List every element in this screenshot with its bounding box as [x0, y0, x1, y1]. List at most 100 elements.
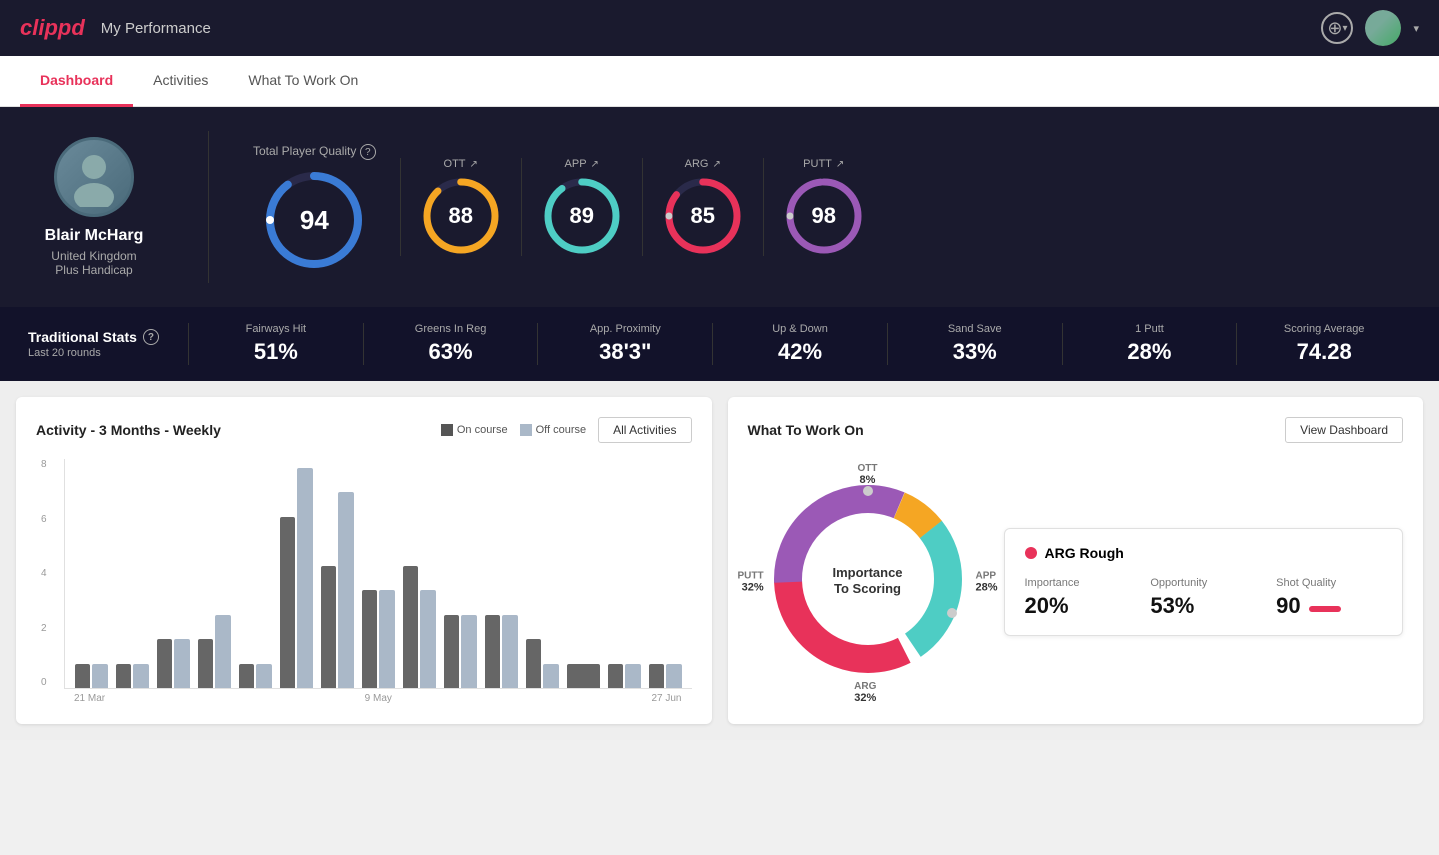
- bar-on-course: [608, 664, 623, 688]
- metric-importance-label: Importance: [1025, 577, 1131, 589]
- chart-title: Activity - 3 Months - Weekly: [36, 422, 221, 438]
- bar-on-course: [403, 566, 418, 688]
- bar-off-course: [256, 664, 271, 688]
- donut-chart: [748, 459, 988, 699]
- view-dashboard-button[interactable]: View Dashboard: [1285, 417, 1403, 443]
- legend-off-course-dot: [520, 424, 532, 436]
- bar-on-course: [444, 615, 459, 688]
- chart-x-labels: 21 Mar 9 May 27 Jun: [64, 689, 692, 704]
- bar-on-course: [116, 664, 131, 688]
- ott-label: OTT ↗: [444, 158, 478, 170]
- activity-chart-panel: Activity - 3 Months - Weekly On course O…: [16, 397, 712, 724]
- trad-stats-title: Traditional Stats ?: [28, 329, 188, 345]
- arg-segment-label: ARG 32%: [854, 681, 876, 704]
- bar-group: [280, 468, 313, 688]
- stat-proximity: App. Proximity 38'3": [537, 323, 712, 365]
- putt-label: PUTT ↗: [803, 158, 844, 170]
- bar-off-course: [297, 468, 312, 688]
- metric-shot-quality-value: 90: [1276, 593, 1300, 619]
- tab-activities[interactable]: Activities: [133, 56, 228, 107]
- arg-label: ARG ↗: [685, 158, 721, 170]
- trad-stats-subtitle: Last 20 rounds: [28, 347, 188, 359]
- metric-shot-quality-label: Shot Quality: [1276, 577, 1382, 589]
- player-info: Blair McHarg United Kingdom Plus Handica…: [28, 137, 188, 277]
- bar-off-course: [420, 590, 435, 688]
- metric-opportunity-value: 53%: [1150, 593, 1256, 619]
- traditional-stats: Traditional Stats ? Last 20 rounds Fairw…: [0, 307, 1439, 381]
- avatar[interactable]: [1365, 10, 1401, 46]
- bar-on-course: [485, 615, 500, 688]
- stat-proximity-value: 38'3": [550, 339, 700, 365]
- all-activities-button[interactable]: All Activities: [598, 417, 691, 443]
- arg-score: ARG ↗ 85: [642, 158, 763, 256]
- arg-circle: 85: [663, 176, 743, 256]
- ott-score: OTT ↗ 88: [400, 158, 521, 256]
- stat-oneputt: 1 Putt 28%: [1062, 323, 1237, 365]
- bar-off-course: [92, 664, 107, 688]
- legend-on-course-dot: [441, 424, 453, 436]
- stat-fairways-value: 51%: [201, 339, 351, 365]
- stat-updown-value: 42%: [725, 339, 875, 365]
- bar-on-course: [280, 517, 295, 688]
- avatar-chevron-icon: ▾: [1413, 22, 1419, 35]
- metric-shot-quality-row: 90: [1276, 593, 1382, 619]
- avatar-image: [1365, 10, 1401, 46]
- bar-on-course: [198, 639, 213, 688]
- stat-greens-value: 63%: [376, 339, 526, 365]
- stat-scoring: Scoring Average 74.28: [1236, 323, 1411, 365]
- bar-group: [198, 615, 231, 688]
- stat-sandsave-label: Sand Save: [900, 323, 1050, 335]
- chart-wrapper: 86420 21 Mar 9 May 27 Jun: [36, 459, 692, 704]
- ott-arrow-icon: ↗: [470, 159, 478, 170]
- player-handicap: Plus Handicap: [55, 263, 132, 277]
- divider-vertical: [208, 131, 209, 283]
- metric-importance-value: 20%: [1025, 593, 1131, 619]
- header-title: My Performance: [101, 20, 211, 37]
- putt-circle: 98: [784, 176, 864, 256]
- stat-greens-label: Greens In Reg: [376, 323, 526, 335]
- putt-arrow-icon: ↗: [836, 159, 844, 170]
- stat-sandsave: Sand Save 33%: [887, 323, 1062, 365]
- total-quality-value: 94: [300, 205, 329, 236]
- wtwo-content: ImportanceTo Scoring OTT 8% APP 28% ARG …: [748, 459, 1404, 704]
- metric-opportunity-label: Opportunity: [1150, 577, 1256, 589]
- metric-shot-quality-bar: [1309, 606, 1341, 612]
- tab-dashboard[interactable]: Dashboard: [20, 56, 133, 107]
- chart-controls: On course Off course All Activities: [441, 417, 692, 443]
- arg-value: 85: [690, 203, 714, 229]
- ott-value: 88: [448, 203, 472, 229]
- bar-off-course: [461, 615, 476, 688]
- add-button[interactable]: ⊕ ▾: [1321, 12, 1353, 44]
- help-icon[interactable]: ?: [360, 144, 376, 160]
- bar-on-course: [567, 664, 600, 688]
- chart-header: Activity - 3 Months - Weekly On course O…: [36, 417, 692, 443]
- bar-off-course: [379, 590, 394, 688]
- info-card-dot: [1025, 547, 1037, 559]
- chart-legend: On course Off course: [441, 424, 586, 436]
- bar-off-course: [338, 492, 353, 688]
- bar-off-course: [625, 664, 640, 688]
- player-country: United Kingdom: [51, 249, 136, 263]
- header-right: ⊕ ▾ ▾: [1321, 10, 1419, 46]
- trad-help-icon[interactable]: ?: [143, 329, 159, 345]
- player-name: Blair McHarg: [45, 227, 144, 245]
- chart-area: 86420: [64, 459, 692, 689]
- app-value: 89: [569, 203, 593, 229]
- donut-wrapper: ImportanceTo Scoring OTT 8% APP 28% ARG …: [748, 459, 988, 704]
- bar-group: [239, 664, 272, 688]
- bar-on-course: [321, 566, 336, 688]
- ott-segment-label: OTT 8%: [858, 463, 878, 486]
- nav-tabs: Dashboard Activities What To Work On: [0, 56, 1439, 107]
- bar-group: [403, 566, 436, 688]
- bar-off-course: [502, 615, 517, 688]
- bar-on-course: [75, 664, 90, 688]
- bar-group: [157, 639, 190, 688]
- putt-value: 98: [811, 203, 835, 229]
- bar-off-course: [133, 664, 148, 688]
- bar-on-course: [526, 639, 541, 688]
- app-header: clippd My Performance ⊕ ▾ ▾: [0, 0, 1439, 56]
- tab-what-to-work-on[interactable]: What To Work On: [228, 56, 378, 107]
- stat-scoring-label: Scoring Average: [1249, 323, 1399, 335]
- bar-on-course: [157, 639, 172, 688]
- wtwo-header: What To Work On View Dashboard: [748, 417, 1404, 443]
